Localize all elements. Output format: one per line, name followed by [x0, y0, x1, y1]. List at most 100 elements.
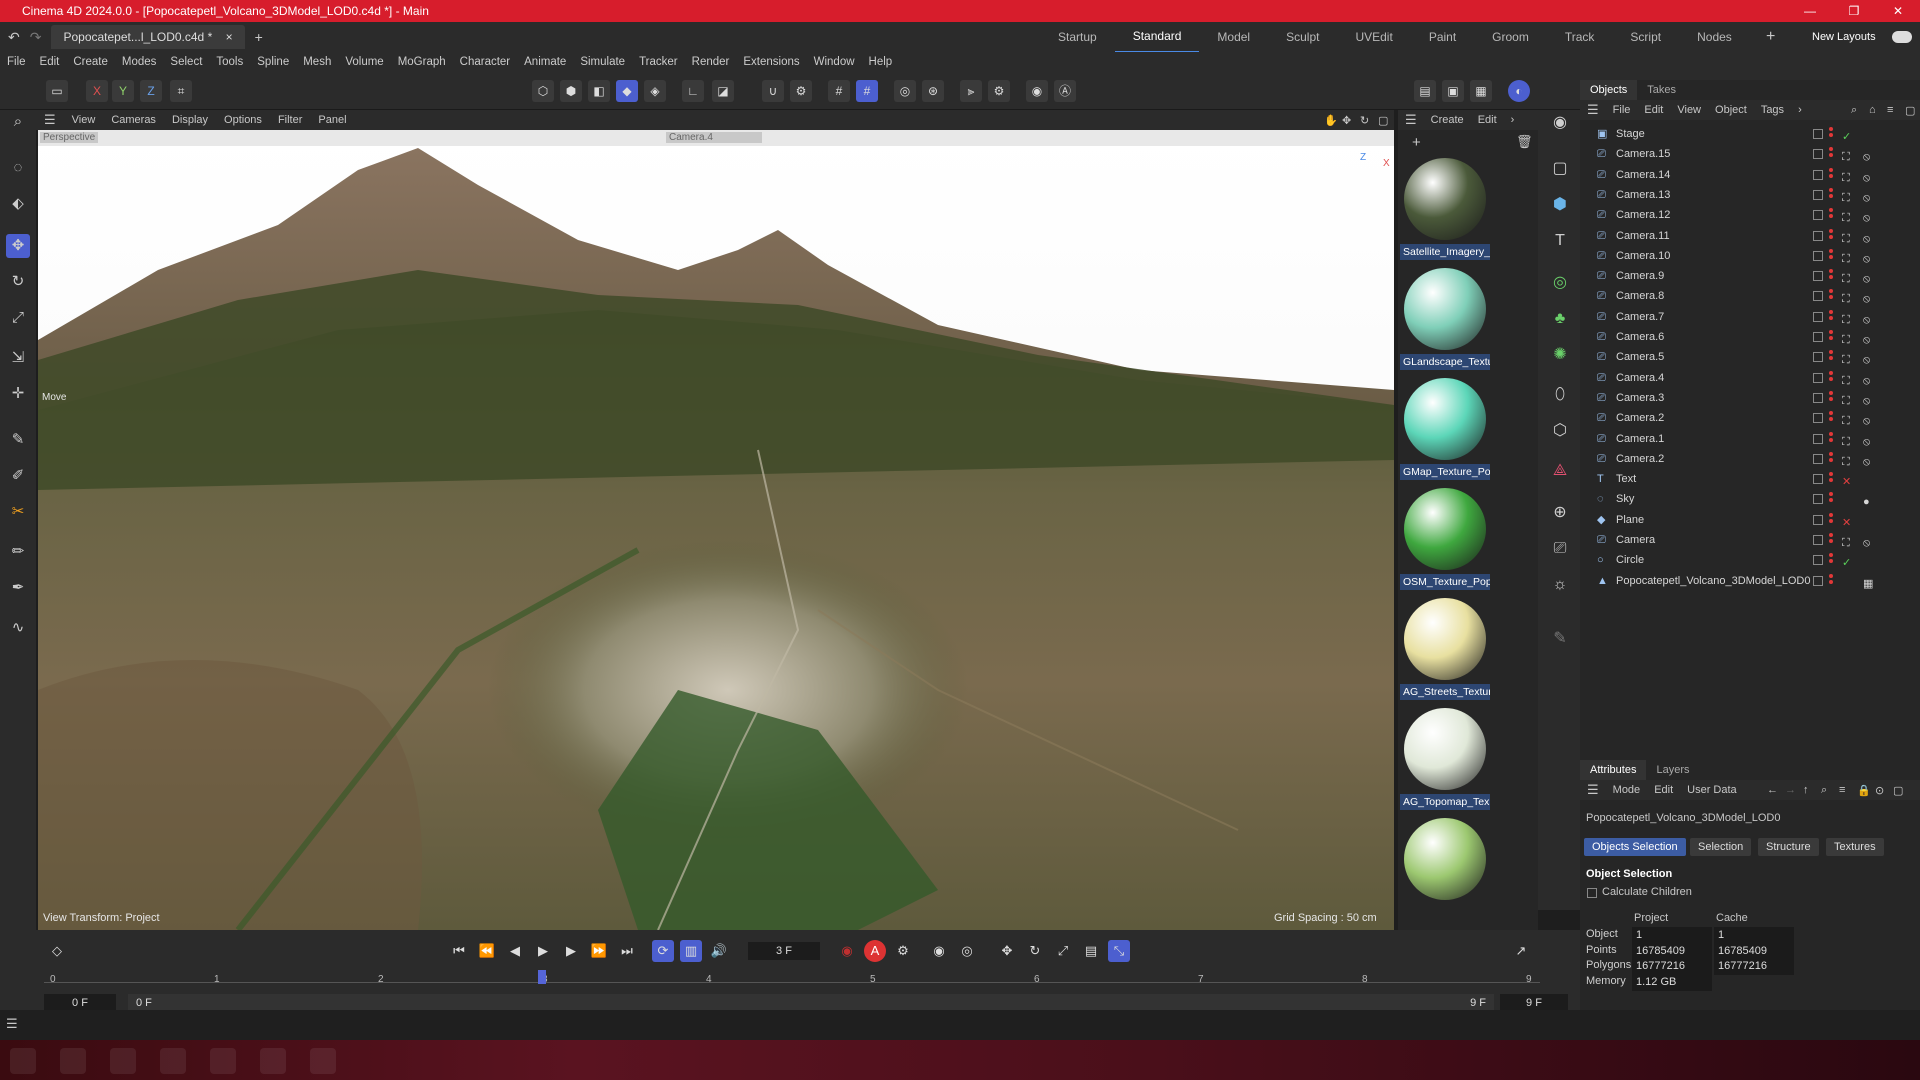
menu-mesh[interactable]: Mesh: [296, 56, 338, 68]
tab-attributes[interactable]: Attributes: [1580, 760, 1647, 780]
layer-checkbox[interactable]: [1813, 453, 1823, 464]
add-layout-icon[interactable]: +: [1766, 22, 1775, 52]
status-hamburger-icon[interactable]: ☰: [6, 1016, 18, 1032]
object-row[interactable]: ⎚ Camera.4 ⛶ ⦸: [1580, 368, 1920, 388]
solo-icon[interactable]: ◪: [712, 80, 734, 102]
perspective-label[interactable]: Perspective: [40, 132, 99, 143]
knife-icon[interactable]: ✂: [6, 500, 30, 524]
visibility-dots[interactable]: [1829, 472, 1833, 486]
tab-layers[interactable]: Layers: [1646, 760, 1699, 780]
playback-mode-icon[interactable]: ▥: [680, 940, 702, 962]
taskbar-app-icon[interactable]: [260, 1048, 286, 1074]
key-type-icon[interactable]: ◉: [928, 940, 950, 962]
menu-modes[interactable]: Modes: [115, 56, 164, 68]
layer-checkbox[interactable]: [1813, 189, 1823, 200]
attributes-maximize-icon[interactable]: ▢: [1886, 784, 1910, 797]
material-item[interactable]: AG_Topomap_Tex: [1400, 706, 1490, 814]
keyframe-icon[interactable]: ◇: [46, 940, 68, 962]
next-frame-icon[interactable]: ▶: [560, 940, 582, 962]
timeline-graph-icon[interactable]: ↗: [1510, 940, 1532, 962]
material-menu-more-icon[interactable]: ›: [1504, 114, 1522, 126]
layer-checkbox[interactable]: [1813, 352, 1823, 363]
grid-snap-icon[interactable]: #: [828, 80, 850, 102]
visibility-dots[interactable]: [1829, 370, 1833, 385]
polygons-mode-icon[interactable]: ◧: [588, 80, 610, 102]
cube-icon[interactable]: ⬢: [1547, 192, 1573, 218]
visibility-dots[interactable]: [1829, 248, 1833, 263]
live-selection-icon[interactable]: ◌: [6, 156, 30, 180]
deformer-icon[interactable]: ⬯: [1547, 382, 1573, 408]
object-row[interactable]: ⎚ Camera.3 ⛶ ⦸: [1580, 388, 1920, 408]
viewport-maximize-icon[interactable]: ▢: [1370, 114, 1396, 127]
visibility-dots[interactable]: [1829, 431, 1833, 446]
menu-window[interactable]: Window: [807, 56, 862, 68]
visibility-dots[interactable]: [1829, 390, 1833, 405]
layer-checkbox[interactable]: [1813, 291, 1823, 302]
render-queue-icon[interactable]: ▦: [1470, 80, 1492, 102]
go-to-start-icon[interactable]: ⏮: [448, 940, 470, 962]
objects-selection-button[interactable]: Objects Selection: [1584, 838, 1686, 856]
object-row[interactable]: ⎚ Camera.15 ⛶ ⦸: [1580, 144, 1920, 164]
structure-button[interactable]: Structure: [1758, 838, 1819, 856]
menu-extensions[interactable]: Extensions: [736, 56, 806, 68]
snap-active-icon[interactable]: #: [856, 80, 878, 102]
texture-mode-icon[interactable]: ◈: [644, 80, 666, 102]
redo-icon[interactable]: ↷: [30, 29, 42, 46]
layout-tab-nodes[interactable]: Nodes: [1679, 22, 1750, 52]
magnet-tool-icon[interactable]: ∿: [6, 616, 30, 640]
sketch-icon[interactable]: ✐: [6, 464, 30, 488]
light-icon[interactable]: ☼: [1547, 572, 1573, 598]
object-row[interactable]: ⎚ Camera.9 ⛶ ⦸: [1580, 266, 1920, 286]
clapper-icon[interactable]: ▭: [46, 80, 68, 102]
objects-menu-object[interactable]: Object: [1708, 104, 1754, 116]
object-row[interactable]: ⎚ Camera.11 ⛶ ⦸: [1580, 226, 1920, 246]
layer-checkbox[interactable]: [1813, 311, 1823, 322]
restore-icon[interactable]: ❐: [1832, 0, 1876, 22]
object-row[interactable]: T Text ✕: [1580, 469, 1920, 489]
material-item[interactable]: GMap_Texture_Po: [1400, 376, 1490, 484]
cube-outline-icon[interactable]: ▢: [1547, 156, 1573, 182]
paint-icon[interactable]: ✒: [6, 576, 30, 600]
key-rotation-icon[interactable]: ↻: [1024, 940, 1046, 962]
layer-checkbox[interactable]: [1813, 149, 1823, 160]
taskbar-start-icon[interactable]: [10, 1048, 36, 1074]
layer-checkbox[interactable]: [1813, 494, 1823, 505]
scale-tool-icon[interactable]: ⤢: [6, 306, 30, 330]
attributes-hamburger-icon[interactable]: ☰: [1580, 782, 1606, 798]
render-settings-icon[interactable]: ⊛: [922, 80, 944, 102]
objects-hamburger-icon[interactable]: ☰: [1580, 102, 1606, 118]
camera-lens-icon[interactable]: ◉: [1026, 80, 1048, 102]
move-tool-icon[interactable]: ✥: [6, 234, 30, 258]
layer-checkbox[interactable]: [1813, 392, 1823, 403]
add-material-icon[interactable]: +: [1412, 134, 1421, 151]
menu-edit[interactable]: Edit: [33, 56, 67, 68]
play-icon[interactable]: ▶: [532, 940, 554, 962]
undo-icon[interactable]: ↶: [8, 29, 20, 46]
object-row[interactable]: ▲ Popocatepetl_Volcano_3DModel_LOD0 ▦: [1580, 571, 1920, 591]
object-row[interactable]: ⎚ Camera.2 ⛶ ⦸: [1580, 449, 1920, 469]
material-item[interactable]: GLandscape_Textu: [1400, 266, 1490, 374]
taskbar-app-icon[interactable]: [310, 1048, 336, 1074]
object-row[interactable]: ⎚ Camera.2 ⛶ ⦸: [1580, 408, 1920, 428]
new-layouts-button[interactable]: New Layouts: [1812, 22, 1876, 52]
layout-tab-groom[interactable]: Groom: [1474, 22, 1547, 52]
rotate-tool-icon[interactable]: ↻: [6, 270, 30, 294]
object-row[interactable]: ⎚ Camera.10 ⛶ ⦸: [1580, 246, 1920, 266]
axis-x-toggle[interactable]: X: [86, 80, 108, 102]
visibility-dots[interactable]: [1829, 167, 1833, 182]
object-row[interactable]: ▣ Stage ✓: [1580, 124, 1920, 144]
effector-gear-icon[interactable]: ✺: [1547, 342, 1573, 368]
options-gear-icon[interactable]: ⚙: [988, 80, 1010, 102]
visibility-dots[interactable]: [1829, 573, 1833, 588]
magnet-icon[interactable]: ∪: [762, 80, 784, 102]
visibility-dots[interactable]: [1829, 127, 1833, 141]
object-row[interactable]: ⎚ Camera.6 ⛶ ⦸: [1580, 327, 1920, 347]
menu-select[interactable]: Select: [163, 56, 209, 68]
visibility-dots[interactable]: [1829, 451, 1833, 466]
menu-animate[interactable]: Animate: [517, 56, 573, 68]
tab-objects[interactable]: Objects: [1580, 80, 1638, 100]
selection-button[interactable]: Selection: [1690, 838, 1752, 856]
layout-tab-track[interactable]: Track: [1547, 22, 1613, 52]
material-item[interactable]: [1400, 816, 1490, 924]
visibility-dots[interactable]: [1829, 228, 1833, 243]
